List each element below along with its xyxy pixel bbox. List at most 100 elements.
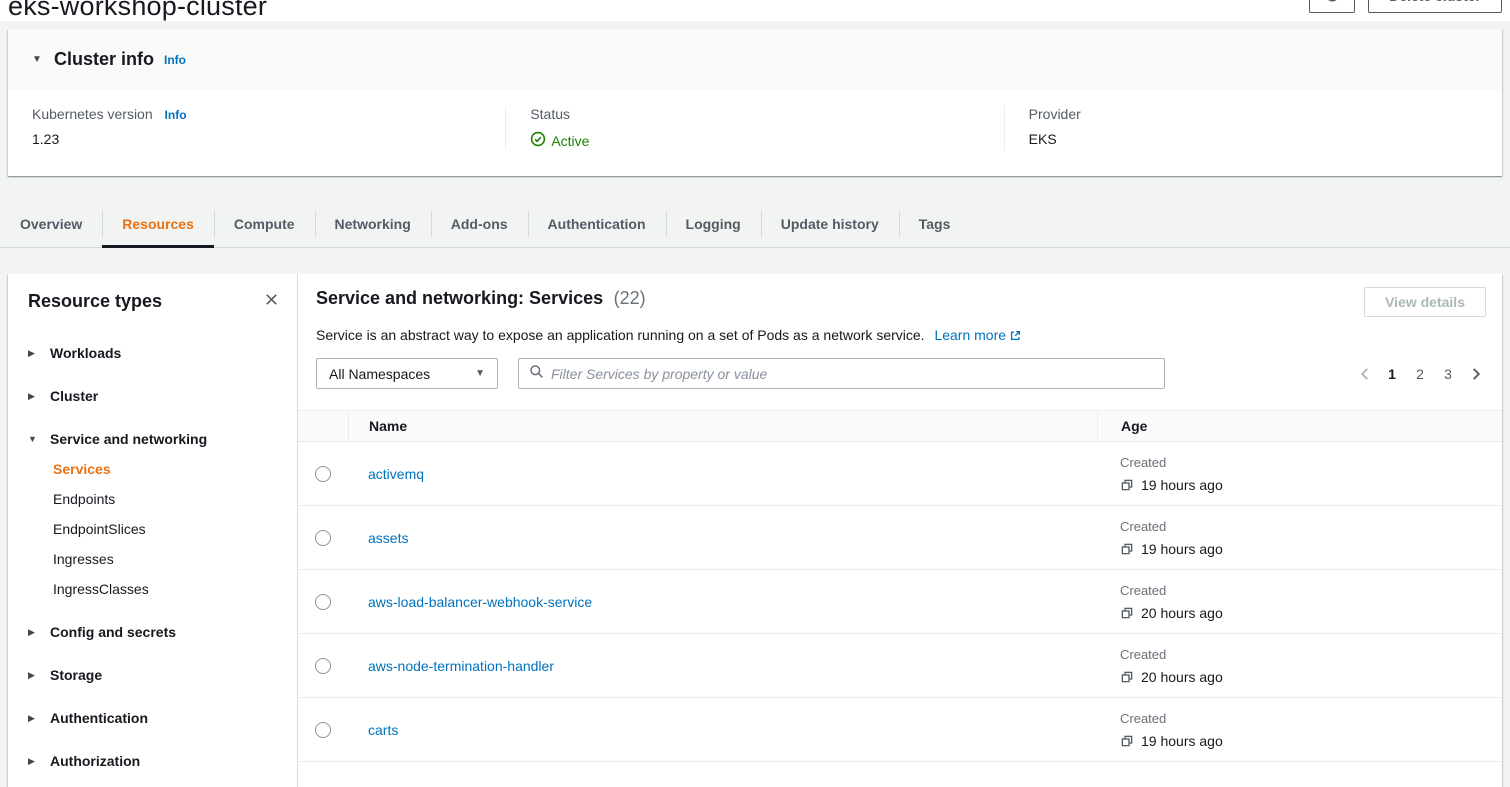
created-label: Created	[1120, 455, 1502, 470]
table-row: aws-load-balancer-webhook-service Create…	[298, 570, 1502, 634]
pagination: 1 2 3	[1354, 362, 1486, 386]
sidebar-item-ingressclasses[interactable]: IngressClasses	[28, 574, 281, 604]
tab-overview[interactable]: Overview	[0, 200, 102, 247]
provider-label: Provider	[1029, 106, 1502, 122]
status-active-icon	[530, 131, 546, 150]
sidebar-group-service-and-networking[interactable]: ▼ Service and networking	[28, 424, 281, 454]
service-link[interactable]: activemq	[368, 466, 424, 482]
row-radio[interactable]	[315, 722, 331, 738]
resource-tree: ▶ Workloads ▶ Cluster ▼ Service and netw…	[28, 338, 281, 776]
page-3-button[interactable]: 3	[1438, 362, 1458, 386]
status-badge: Active	[551, 133, 589, 149]
header-actions: Delete cluster	[1309, 0, 1502, 13]
row-radio[interactable]	[315, 530, 331, 546]
service-link[interactable]: aws-load-balancer-webhook-service	[368, 594, 592, 610]
kubernetes-version-info-link[interactable]: Info	[165, 108, 187, 122]
namespace-select-value: All Namespaces	[329, 366, 430, 382]
table-row: assets Created 19 hours ago	[298, 506, 1502, 570]
kubernetes-version-label: Kubernetes version	[32, 106, 153, 122]
cluster-info-title: Cluster info	[54, 49, 154, 70]
tab-add-ons[interactable]: Add-ons	[431, 200, 528, 247]
copy-icon[interactable]	[1120, 542, 1134, 556]
provider-value: EKS	[1029, 131, 1502, 147]
table-header: Name Age	[298, 410, 1502, 442]
tab-resources[interactable]: Resources	[102, 200, 214, 247]
created-label: Created	[1120, 519, 1502, 534]
copy-icon[interactable]	[1120, 606, 1134, 620]
namespace-select[interactable]: All Namespaces ▼	[316, 358, 498, 389]
age-value: 19 hours ago	[1141, 477, 1223, 493]
refresh-icon	[1324, 0, 1341, 6]
view-details-button[interactable]: View details	[1364, 287, 1486, 317]
search-icon	[529, 364, 544, 384]
previous-page-button[interactable]	[1354, 362, 1374, 386]
tab-authentication[interactable]: Authentication	[528, 200, 666, 247]
cluster-tabs: Overview Resources Compute Networking Ad…	[0, 200, 1510, 248]
age-value: 19 hours ago	[1141, 541, 1223, 557]
services-pane: Service and networking: Services (22) Vi…	[298, 274, 1502, 787]
chevron-down-icon: ▼	[475, 368, 485, 379]
close-sidebar-button[interactable]	[262, 290, 281, 312]
cluster-info-expander[interactable]: ▼ Cluster info Info	[8, 29, 1502, 90]
services-description: Service is an abstract way to expose an …	[316, 327, 925, 343]
service-link[interactable]: aws-node-termination-handler	[368, 658, 554, 674]
collapsed-caret-icon: ▶	[28, 391, 50, 402]
age-value: 20 hours ago	[1141, 605, 1223, 621]
row-radio[interactable]	[315, 466, 331, 482]
status-value: Active	[530, 131, 1003, 150]
cluster-info-info-link[interactable]: Info	[164, 53, 186, 67]
table-row: carts Created 19 hours ago	[298, 698, 1502, 762]
created-label: Created	[1120, 647, 1502, 662]
page-1-button[interactable]: 1	[1382, 362, 1402, 386]
tab-update-history[interactable]: Update history	[761, 200, 899, 247]
copy-icon[interactable]	[1120, 670, 1134, 684]
table-row: activemq Created 19 hours ago	[298, 442, 1502, 506]
sidebar-group-workloads[interactable]: ▶ Workloads	[28, 338, 281, 368]
sidebar-item-services[interactable]: Services	[28, 454, 281, 484]
service-link[interactable]: carts	[368, 722, 398, 738]
collapsed-caret-icon: ▶	[28, 713, 50, 724]
age-value: 19 hours ago	[1141, 733, 1223, 749]
sidebar-item-endpointslices[interactable]: EndpointSlices	[28, 514, 281, 544]
sidebar-group-authorization[interactable]: ▶ Authorization	[28, 746, 281, 776]
tab-tags[interactable]: Tags	[899, 200, 971, 247]
eks-console-page: eks-workshop-cluster Delete cluster ▼ Cl…	[0, 0, 1510, 787]
delete-cluster-button[interactable]: Delete cluster	[1368, 0, 1502, 13]
copy-icon[interactable]	[1120, 734, 1134, 748]
tab-networking[interactable]: Networking	[315, 200, 431, 247]
provider-field: Provider EKS	[1004, 106, 1502, 150]
sidebar-item-endpoints[interactable]: Endpoints	[28, 484, 281, 514]
row-radio[interactable]	[315, 594, 331, 610]
sidebar-title: Resource types	[28, 291, 162, 312]
created-label: Created	[1120, 583, 1502, 598]
copy-icon[interactable]	[1120, 478, 1134, 492]
sidebar-group-config-and-secrets[interactable]: ▶ Config and secrets	[28, 617, 281, 647]
cluster-info-card: ▼ Cluster info Info Kubernetes version I…	[8, 29, 1502, 176]
tab-compute[interactable]: Compute	[214, 200, 315, 247]
page-2-button[interactable]: 2	[1410, 362, 1430, 386]
sidebar-group-authentication[interactable]: ▶ Authentication	[28, 703, 281, 733]
table-row-partial: Created	[298, 762, 1502, 787]
name-column-header: Name	[348, 411, 1097, 441]
cluster-info-body: Kubernetes version Info 1.23 Status Acti…	[8, 90, 1502, 176]
collapsed-caret-icon: ▶	[28, 348, 50, 359]
tab-logging[interactable]: Logging	[666, 200, 761, 247]
row-radio[interactable]	[315, 658, 331, 674]
close-icon	[264, 292, 279, 310]
sidebar-item-ingresses[interactable]: Ingresses	[28, 544, 281, 574]
refresh-button[interactable]	[1309, 0, 1355, 13]
sidebar-group-cluster[interactable]: ▶ Cluster	[28, 381, 281, 411]
services-table: Name Age activemq Created 19 hours ago a…	[298, 410, 1502, 787]
service-link[interactable]: assets	[368, 530, 408, 546]
status-field: Status Active	[505, 106, 1003, 150]
next-page-button[interactable]	[1466, 362, 1486, 386]
sidebar-group-storage[interactable]: ▶ Storage	[28, 660, 281, 690]
learn-more-link[interactable]: Learn more	[934, 327, 1022, 343]
page-title: eks-workshop-cluster	[8, 0, 1510, 22]
page-header: eks-workshop-cluster Delete cluster	[0, 0, 1510, 21]
age-value: 20 hours ago	[1141, 669, 1223, 685]
resources-card: Resource types ▶ Workloads ▶	[8, 274, 1502, 787]
age-column-header: Age	[1097, 411, 1502, 441]
services-filter-input[interactable]	[551, 366, 1154, 382]
services-heading: Service and networking: Services	[316, 288, 603, 308]
